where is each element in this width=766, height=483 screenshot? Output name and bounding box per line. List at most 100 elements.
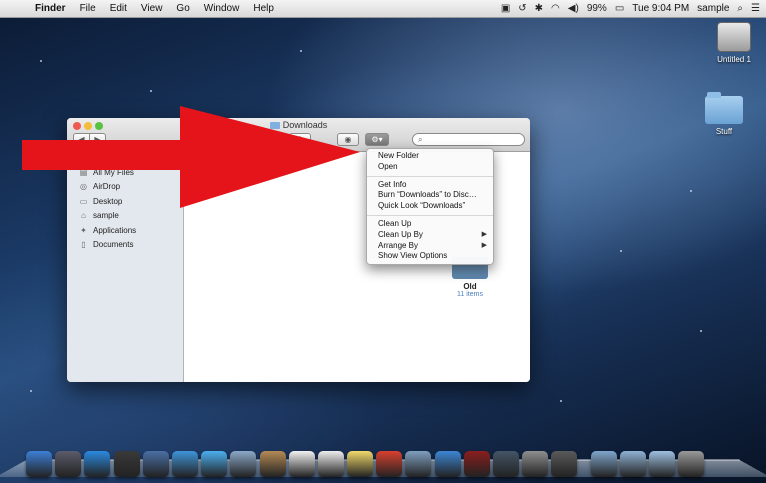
menu-go[interactable]: Go (169, 3, 196, 14)
launchpad-icon[interactable] (55, 451, 82, 477)
desktop-icon-label: Stuff (715, 127, 733, 136)
contacts-icon[interactable] (259, 451, 286, 477)
sidebar-item-label: Applications (93, 225, 137, 235)
sidebar-item-label: Documents (93, 240, 134, 250)
documents-stack-icon[interactable] (619, 451, 646, 477)
photo-booth-icon[interactable] (463, 451, 490, 477)
dashboard-icon[interactable] (113, 451, 140, 477)
app-store-icon[interactable] (84, 451, 111, 477)
drive-icon (717, 22, 751, 52)
menu-item-quick-look[interactable]: Quick Look “Downloads” (367, 201, 493, 212)
star (620, 250, 622, 252)
downloads-stack-icon[interactable] (648, 451, 675, 477)
sidebar-item-desktop[interactable]: ▭ Desktop (67, 194, 183, 209)
bluetooth-icon[interactable]: ✱ (535, 3, 543, 14)
menu-file[interactable]: File (73, 3, 103, 14)
user-menu[interactable]: sample (697, 3, 729, 14)
star (700, 330, 702, 332)
window-title-text: Downloads (282, 120, 328, 130)
action-context-menu: New Folder Open Get Info Burn “Downloads… (366, 148, 494, 265)
finder-icon[interactable] (26, 451, 52, 477)
desktop-icon-stuff-folder[interactable]: Stuff (694, 92, 754, 136)
sidebar-item-all-my-files[interactable]: ▤ All My Files (67, 165, 183, 180)
folder-item-count: 11 items (457, 291, 483, 298)
star (560, 400, 562, 402)
all-files-icon: ▤ (79, 167, 88, 177)
system-preferences-icon[interactable] (522, 451, 549, 477)
back-button[interactable]: ◀ (73, 133, 90, 146)
icon-view-button[interactable]: ⊞ (185, 133, 201, 146)
folder-icon (269, 122, 280, 129)
itunes-icon[interactable] (434, 451, 461, 477)
calendar-icon[interactable] (288, 451, 315, 477)
menu-window[interactable]: Window (197, 3, 247, 14)
action-gear-button[interactable]: ⚙▾ (365, 133, 389, 146)
documents-icon: ▯ (81, 240, 86, 250)
star (690, 190, 692, 192)
reminders-icon[interactable] (317, 451, 344, 477)
menu-item-label: Arrange By (378, 240, 419, 250)
sidebar-item-sample[interactable]: ⌂ sample (67, 209, 183, 224)
time-machine-icon[interactable]: ↺ (518, 3, 526, 14)
dock (26, 443, 746, 477)
menu-bar: Finder File Edit View Go Window Help ▣ ↺… (0, 0, 766, 18)
menu-finder[interactable]: Finder (28, 3, 73, 14)
folder-icon (705, 92, 743, 124)
menu-item-burn-to-disc[interactable]: Burn “Downloads” to Disc… (367, 190, 493, 201)
sidebar-item-label: sample (93, 211, 119, 221)
mail-icon[interactable] (230, 451, 257, 477)
menu-view[interactable]: View (134, 3, 170, 14)
menu-help[interactable]: Help (246, 3, 281, 14)
search-input[interactable]: ⌕ (412, 133, 525, 146)
star (30, 390, 32, 392)
menu-edit[interactable]: Edit (103, 3, 134, 14)
preview-icon[interactable] (405, 451, 432, 477)
battery-percent: 99% (586, 3, 607, 14)
desktop-icon-label: Untitled 1 (717, 55, 751, 64)
mission-control-icon[interactable] (142, 451, 169, 477)
notes-icon[interactable] (347, 451, 374, 477)
safari-icon[interactable] (171, 451, 198, 477)
sidebar-item-documents[interactable]: ▯ Documents (67, 238, 183, 253)
star (300, 50, 302, 52)
star (40, 60, 42, 62)
clock[interactable]: Tue 9:04 PM (632, 3, 689, 14)
desktop-icon-untitled-drive[interactable]: Untitled 1 (704, 22, 764, 64)
wifi-icon[interactable]: ◠ (551, 3, 560, 14)
submenu-arrow-icon: ▶ (481, 230, 487, 238)
share-button[interactable]: ⇪ (289, 133, 311, 146)
notification-center-icon[interactable]: ☰ (751, 3, 760, 14)
menu-item-clean-up-by[interactable]: Clean Up By ▶ (367, 230, 493, 241)
trash-icon[interactable] (678, 451, 705, 477)
forward-button[interactable]: ▶ (89, 133, 106, 146)
status-area: ▣ ↺ ✱ ◠ ◀) 99% ▭ Tue 9:04 PM sample ⌕ ☰ (501, 3, 766, 14)
sidebar-item-label: Desktop (93, 196, 123, 206)
screen-recording-icon[interactable]: ▣ (501, 3, 510, 14)
spotlight-icon[interactable]: ⌕ (737, 3, 743, 14)
search-icon: ⌕ (418, 135, 423, 144)
menu-item-clean-up[interactable]: Clean Up (367, 219, 493, 230)
sidebar-item-applications[interactable]: ✦ Applications (67, 223, 183, 238)
menu-item-open[interactable]: Open (367, 162, 493, 173)
time-machine-icon[interactable] (493, 451, 519, 477)
menu-item-label: Clean Up By (378, 229, 423, 239)
sidebar-item-label: AirDrop (93, 182, 121, 192)
battery-icon[interactable]: ▭ (615, 3, 624, 14)
imovie-icon[interactable] (551, 451, 578, 477)
airdrop-icon: ◎ (80, 182, 87, 192)
messages-icon[interactable] (201, 451, 228, 477)
menu-item-new-folder[interactable]: New Folder (367, 151, 493, 162)
window-title: Downloads (67, 120, 530, 130)
applications-stack-icon[interactable] (590, 451, 617, 477)
quick-look-button[interactable]: ◉ (337, 133, 359, 146)
volume-icon[interactable]: ◀) (568, 3, 579, 14)
menu-item-arrange-by[interactable]: Arrange By ▶ (367, 241, 493, 252)
sidebar-item-airdrop[interactable]: ◎ AirDrop (67, 180, 183, 195)
menu-separator (367, 214, 493, 216)
sidebar-item-label: All My Files (93, 167, 134, 177)
finder-toolbar: Downloads ◀ ▶ ⊞ ⇪ ◉ ⚙▾ ⌕ (67, 118, 530, 152)
chrome-icon[interactable] (376, 451, 403, 477)
menu-item-show-view-options[interactable]: Show View Options (367, 251, 493, 262)
menu-item-get-info[interactable]: Get Info (367, 180, 493, 191)
star (150, 90, 152, 92)
